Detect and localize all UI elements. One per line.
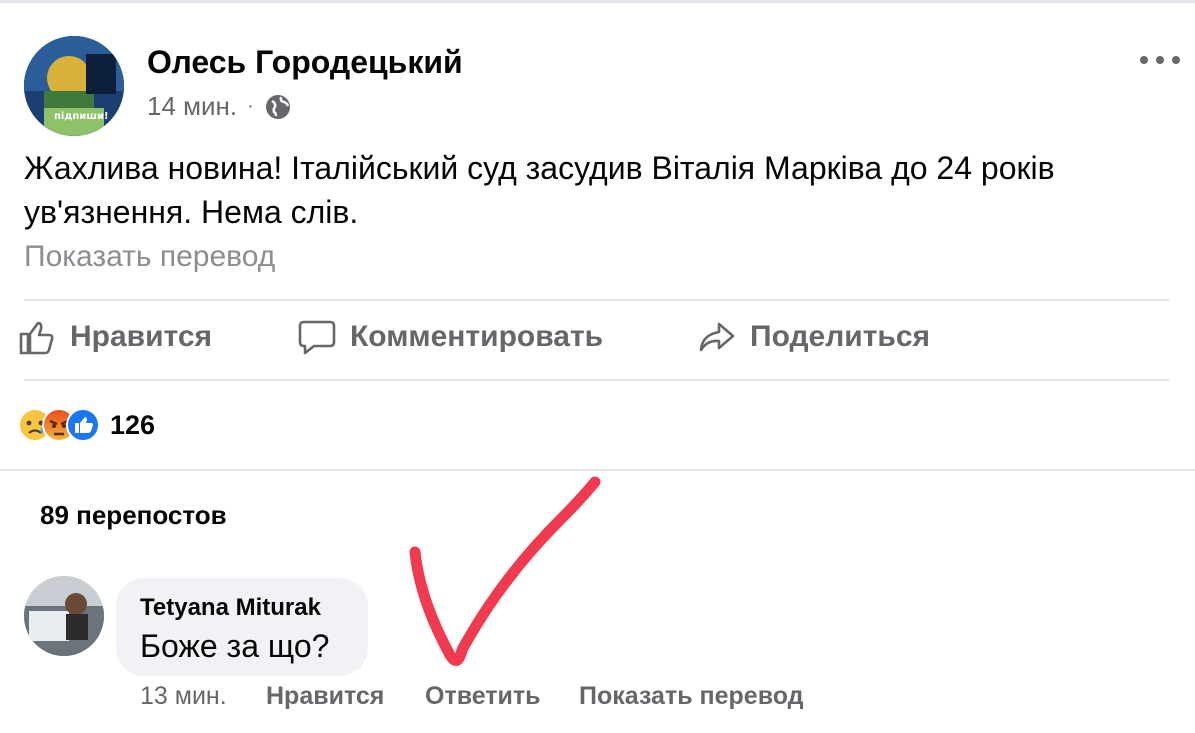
like-button[interactable]: Нравится [18,318,212,356]
commenter-avatar[interactable] [24,576,104,656]
post-text: Жахлива новина! Італійський суд засудив … [24,150,1055,230]
post-action-bar: Нравится Комментировать Поделиться [0,318,1195,368]
share-label: Поделиться [750,320,931,353]
comment-actions: 13 мин. Нравится Ответить Показать перев… [0,682,1195,716]
shares-count[interactable]: 89 перепостов [40,500,227,531]
divider [24,379,1169,381]
comment-time[interactable]: 13 мин. [140,682,227,711]
avatar-image: підпиши! [24,36,124,136]
share-button[interactable]: Поделиться [698,318,930,356]
post-time[interactable]: 14 мин. [147,91,237,122]
comment-show-translation-button[interactable]: Показать перевод [579,682,804,711]
comment-reply-button[interactable]: Ответить [425,682,541,711]
divider [24,299,1169,301]
comment-like-button[interactable]: Нравится [266,682,384,711]
commenter-avatar-image [24,576,104,656]
comment-text: Боже за що? [140,628,330,664]
reactions-summary[interactable]: 126 [18,408,155,442]
post-meta: 14 мин. · [147,91,292,122]
section-divider [0,469,1195,471]
like-reaction-icon [66,408,100,442]
comment-label: Комментировать [350,320,604,353]
author-name[interactable]: Олесь Городецький [147,44,463,81]
avatar-caption: підпиши! [54,111,109,122]
comment-icon [298,320,336,355]
commenter-name[interactable]: Tetyana Miturak [140,594,321,622]
like-label: Нравится [70,320,213,353]
top-border [0,0,1195,3]
more-options-icon[interactable] [1140,50,1180,70]
share-icon [699,322,735,352]
comment-button[interactable]: Комментировать [298,318,603,356]
reactions-count: 126 [110,409,156,440]
author-avatar[interactable]: підпиши! [24,36,124,136]
show-translation-link[interactable]: Показать перевод [24,240,275,274]
meta-separator: · [247,95,254,117]
globe-icon [265,94,290,119]
thumbs-up-icon [19,321,54,355]
